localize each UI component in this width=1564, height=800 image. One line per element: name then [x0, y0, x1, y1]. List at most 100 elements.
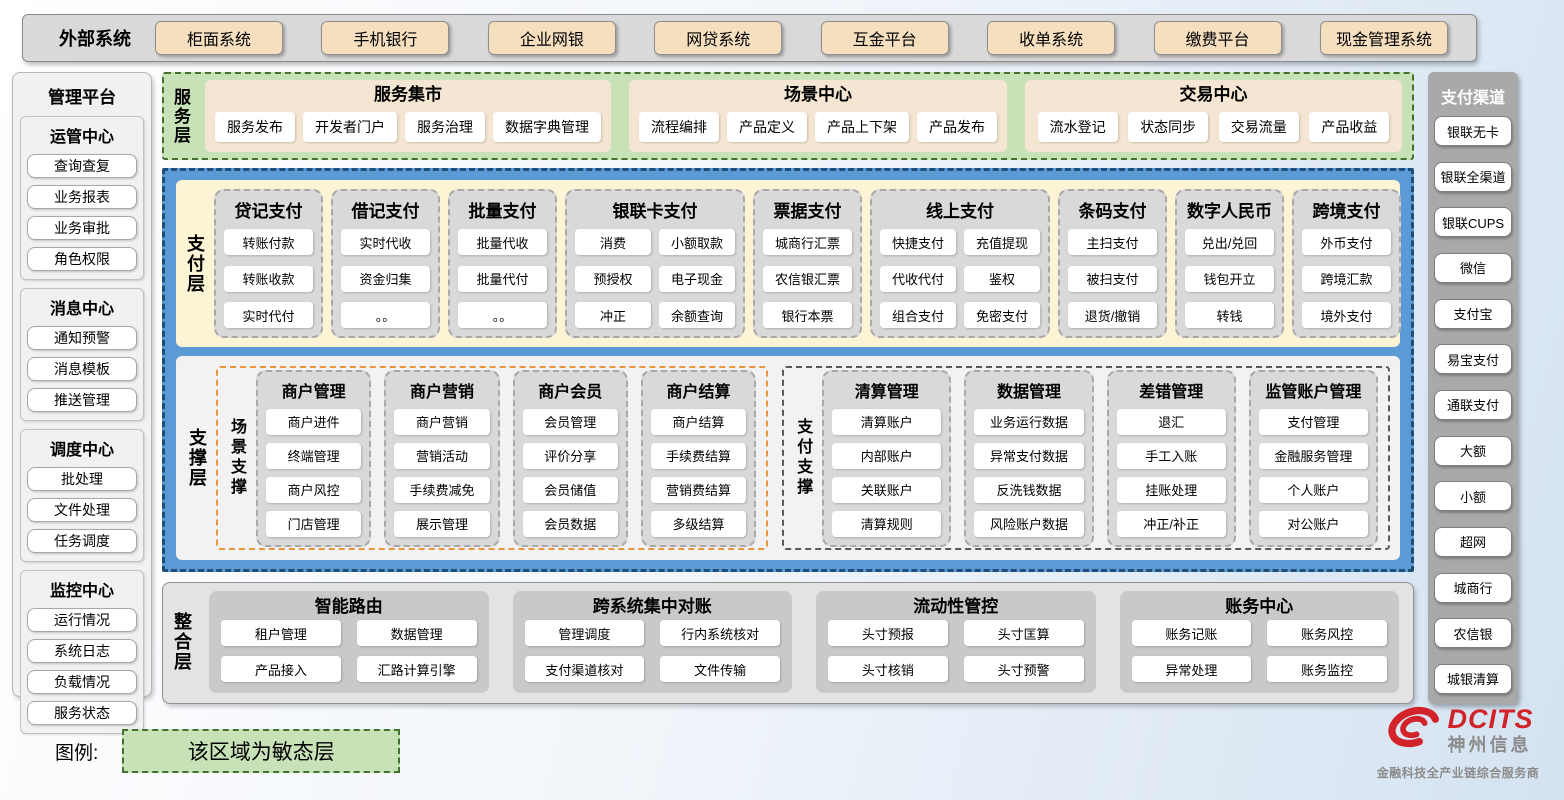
- support-group-title: 商户会员: [523, 378, 618, 402]
- dcits-logo-texts: DCITS 神州信息: [1448, 706, 1534, 754]
- service-center-items: 流水登记状态同步交易流量产品收益: [1035, 107, 1392, 146]
- support-function-item: 清算规则: [832, 511, 941, 537]
- payment-channel-item: 微信: [1434, 253, 1512, 283]
- support-group: 商户管理 商户进件终端管理商户风控门店管理: [256, 370, 371, 547]
- service-item: 服务治理: [405, 112, 485, 142]
- support-function-item: 手续费结算: [651, 443, 746, 469]
- service-item: 开发者门户: [303, 112, 397, 142]
- payment-function-item: 钱包开立: [1185, 266, 1274, 292]
- support-group-title: 数据管理: [974, 378, 1083, 402]
- management-item: 业务审批: [27, 216, 137, 240]
- integration-group-items: 管理调度行内系统核对支付渠道核对文件传输: [525, 620, 781, 684]
- service-item: 产品定义: [727, 112, 807, 142]
- payment-function-item: 外币支付: [1302, 229, 1391, 255]
- support-group-items: 支付管理金融服务管理个人账户对公账户: [1259, 409, 1368, 537]
- management-group-items: 查询查复业务报表业务审批角色权限: [27, 154, 137, 271]
- management-group-title: 调度中心: [27, 436, 137, 460]
- payment-function-item: 消费: [575, 229, 651, 255]
- payment-layer: 支付层 贷记支付 转账付款转账收款实时代付 借记支付 实时代收资金归集。。 批: [176, 180, 1400, 347]
- support-function-item: 会员储值: [523, 477, 618, 503]
- support-group: 数据管理 业务运行数据异常支付数据反洗钱数据风险账户数据: [964, 370, 1093, 547]
- payment-channel-item: 超网: [1434, 527, 1512, 557]
- support-function-item: 商户营销: [394, 409, 489, 435]
- payment-function-item: 转账收款: [224, 266, 313, 292]
- payment-group-items: 实时代收资金归集。。: [341, 229, 430, 328]
- support-group-items: 商户营销营销活动手续费减免展示管理: [394, 409, 489, 537]
- payment-function-item: 实时代收: [341, 229, 430, 255]
- support-group-title: 差错管理: [1117, 378, 1226, 402]
- payment-channel-item: 农信银: [1434, 618, 1512, 648]
- service-item: 流程编排: [639, 112, 719, 142]
- support-group-items: 会员管理评价分享会员储值会员数据: [523, 409, 618, 537]
- support-group-items: 退汇手工入账挂账处理冲正/补正: [1117, 409, 1226, 537]
- management-item: 业务报表: [27, 185, 137, 209]
- dcits-logo-icon: [1383, 700, 1445, 759]
- support-section: 场景支撑 商户管理 商户进件终端管理商户风控门店管理 商户营销: [216, 366, 768, 550]
- support-function-item: 展示管理: [394, 511, 489, 537]
- payment-group-title: 数字人民币: [1185, 197, 1274, 222]
- management-group: 消息中心 通知预警消息模板推送管理: [20, 288, 144, 421]
- integration-group: 智能路由 租户管理数据管理产品接入汇路计算引擎: [209, 591, 489, 693]
- integration-group-title: 账务中心: [1132, 594, 1388, 620]
- legend-agile-box: 该区域为敏态层: [122, 729, 400, 773]
- support-group-title: 清算管理: [832, 378, 941, 402]
- service-center-panel: 场景中心 流程编排产品定义产品上下架产品发布: [629, 80, 1007, 152]
- payment-group-items: 兑出/兑回钱包开立转钱: [1185, 229, 1274, 328]
- integration-group-title: 跨系统集中对账: [525, 594, 781, 620]
- management-platform-title: 管理平台: [20, 81, 144, 116]
- payment-group-items: 消费小额取款预授权电子现金冲正余额查询: [575, 229, 735, 328]
- integration-group-items: 头寸预报头寸匡算头寸核销头寸预警: [828, 620, 1084, 684]
- payment-function-item: 电子现金: [659, 266, 735, 292]
- payment-function-item: 农信银汇票: [763, 266, 852, 292]
- payment-group: 线上支付 快捷支付充值提现代收代付鉴权组合支付免密支付: [870, 189, 1050, 338]
- dcits-logo-row: DCITS 神州信息: [1383, 700, 1534, 759]
- external-systems-bar: 外部系统 柜面系统手机银行企业网银网贷系统互金平台收单系统缴费平台现金管理系统: [22, 14, 1477, 62]
- payment-group: 数字人民币 兑出/兑回钱包开立转钱: [1175, 189, 1284, 338]
- management-item: 文件处理: [27, 498, 137, 522]
- payment-function-item: 被扫支付: [1068, 266, 1157, 292]
- service-center-title: 场景中心: [639, 83, 997, 107]
- management-platform-groups: 运管中心 查询查复业务报表业务审批角色权限 消息中心 通知预警消息模板推送管理 …: [20, 116, 144, 734]
- support-section: 支付支撑 清算管理 清算账户内部账户关联账户清算规则 数据管理: [782, 366, 1390, 550]
- payment-function-item: 快捷支付: [880, 229, 956, 255]
- integration-function-item: 头寸核销: [828, 656, 948, 682]
- payment-group-title: 贷记支付: [224, 197, 313, 222]
- support-group: 商户结算 商户结算手续费结算营销费结算多级结算: [641, 370, 756, 547]
- external-system-item: 手机银行: [321, 21, 449, 55]
- payment-architecture-diagram: 外部系统 柜面系统手机银行企业网银网贷系统互金平台收单系统缴费平台现金管理系统 …: [0, 0, 1564, 800]
- support-group: 清算管理 清算账户内部账户关联账户清算规则: [822, 370, 951, 547]
- integration-function-item: 异常处理: [1132, 656, 1252, 682]
- support-function-item: 金融服务管理: [1259, 443, 1368, 469]
- service-item: 产品发布: [917, 112, 997, 142]
- payment-function-item: 资金归集: [341, 266, 430, 292]
- support-section-label: 场景支撑: [228, 418, 244, 498]
- management-group: 运管中心 查询查复业务报表业务审批角色权限: [20, 116, 144, 280]
- payment-function-item: 转钱: [1185, 302, 1274, 328]
- service-layer: 服务层 服务集市 服务发布开发者门户服务治理数据字典管理 场景中心 流程编排产品…: [162, 72, 1414, 160]
- payment-group: 银联卡支付 消费小额取款预授权电子现金冲正余额查询: [565, 189, 745, 338]
- support-function-item: 营销活动: [394, 443, 489, 469]
- support-section-groups: 商户管理 商户进件终端管理商户风控门店管理 商户营销 商户营销营销活动手续费减免…: [256, 370, 756, 547]
- support-group: 差错管理 退汇手工入账挂账处理冲正/补正: [1107, 370, 1236, 547]
- support-function-item: 会员数据: [523, 511, 618, 537]
- support-group-items: 商户进件终端管理商户风控门店管理: [266, 409, 361, 537]
- support-function-item: 退汇: [1117, 409, 1226, 435]
- integration-group: 流动性管控 头寸预报头寸匡算头寸核销头寸预警: [816, 591, 1096, 693]
- support-function-item: 多级结算: [651, 511, 746, 537]
- external-systems-label: 外部系统: [59, 25, 131, 51]
- payment-group-title: 银联卡支付: [575, 197, 735, 222]
- payment-group: 借记支付 实时代收资金归集。。: [331, 189, 440, 338]
- payment-groups: 贷记支付 转账付款转账收款实时代付 借记支付 实时代收资金归集。。 批量支付: [214, 189, 1401, 338]
- management-group-title: 监控中心: [27, 577, 137, 601]
- support-function-item: 反洗钱数据: [974, 477, 1083, 503]
- integration-function-item: 汇路计算引擎: [357, 656, 477, 682]
- integration-function-item: 账务监控: [1267, 656, 1387, 682]
- payment-function-item: 转账付款: [224, 229, 313, 255]
- integration-function-item: 租户管理: [221, 620, 341, 646]
- service-item: 服务发布: [215, 112, 295, 142]
- payment-channel-item: 支付宝: [1434, 299, 1512, 329]
- management-item: 角色权限: [27, 247, 137, 271]
- payment-channel-item: 银联CUPS: [1434, 207, 1512, 237]
- payment-function-item: 主扫支付: [1068, 229, 1157, 255]
- payment-group-title: 票据支付: [763, 197, 852, 222]
